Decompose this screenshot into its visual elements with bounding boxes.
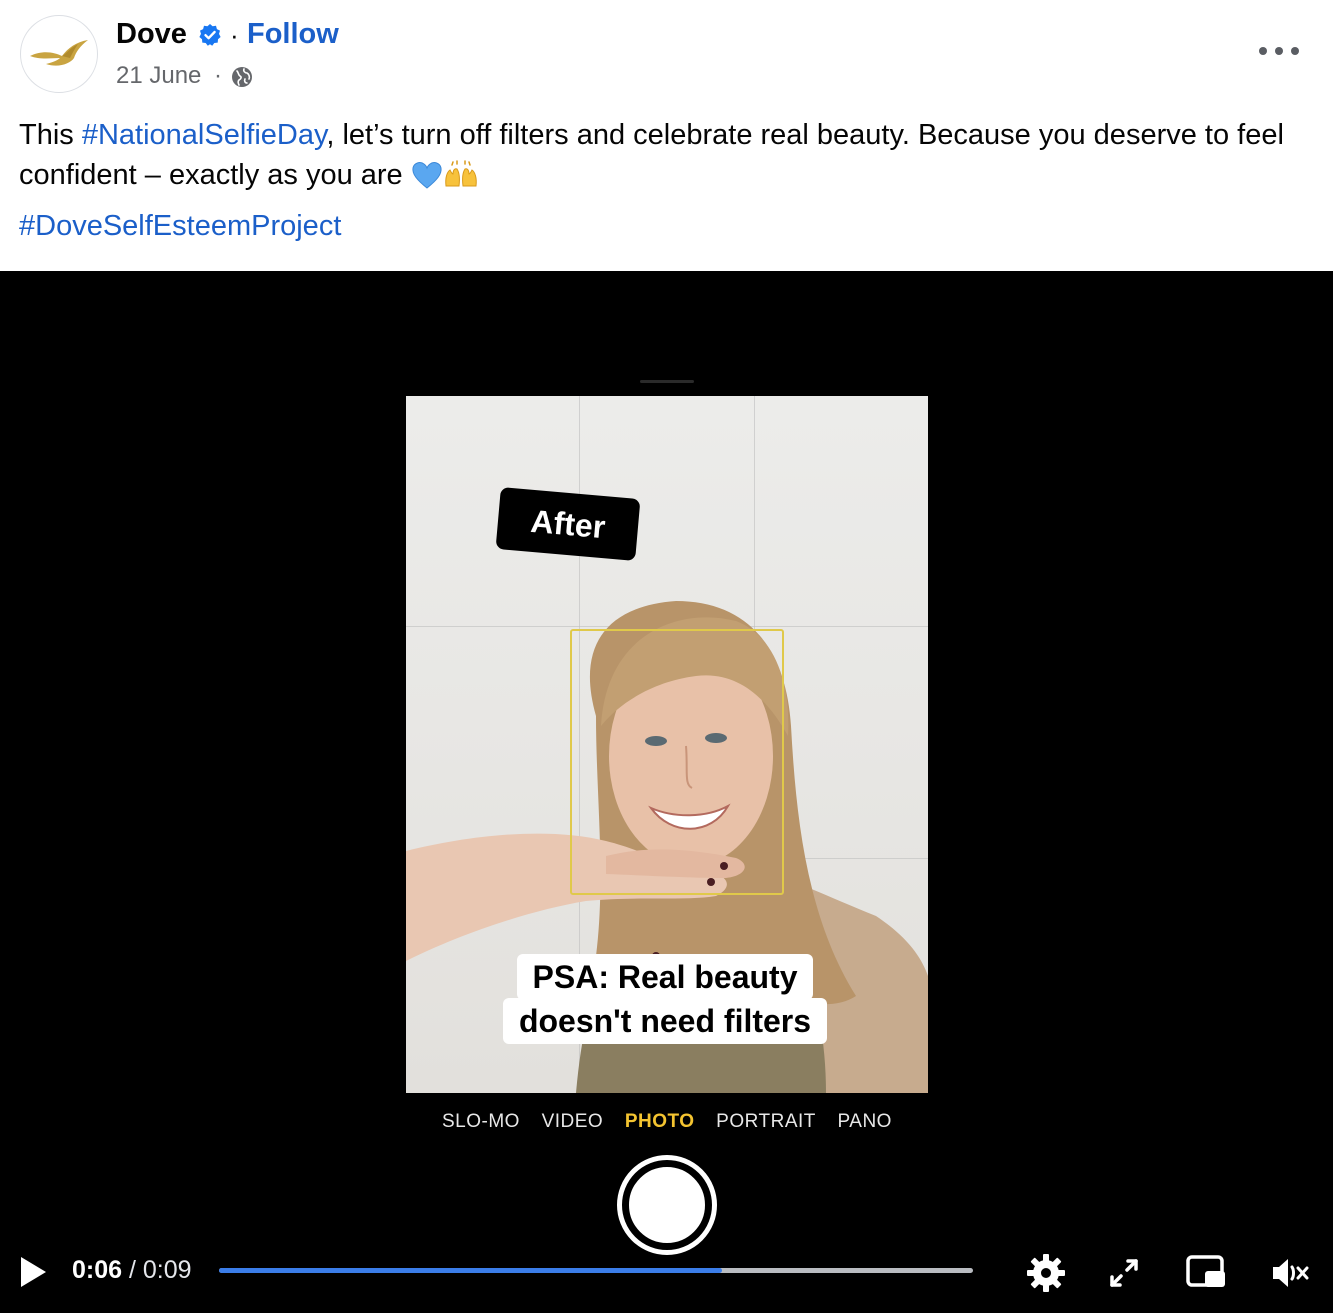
progress-fill bbox=[219, 1268, 722, 1273]
camera-viewfinder: After PSA: Real beauty doesn't need filt… bbox=[406, 396, 928, 1093]
mode-photo: PHOTO bbox=[624, 1111, 695, 1132]
mode-pano: PANO bbox=[837, 1111, 892, 1132]
psa-line-2: doesn't need filters bbox=[502, 998, 828, 1044]
mode-video: VIDEO bbox=[541, 1111, 604, 1132]
video-time: 0:06 / 0:09 bbox=[72, 1256, 192, 1285]
caption-text-start: This bbox=[19, 119, 82, 151]
picture-in-picture-icon[interactable] bbox=[1185, 1251, 1229, 1295]
follow-button[interactable]: Follow bbox=[247, 18, 339, 51]
post-caption: This #NationalSelfieDay, let’s turn off … bbox=[19, 115, 1319, 201]
more-dot bbox=[1291, 47, 1299, 55]
psa-line-1: PSA: Real beauty bbox=[516, 954, 814, 1000]
more-dot bbox=[1275, 47, 1283, 55]
video-controls: 0:06 / 0:09 bbox=[0, 1233, 1333, 1313]
date-separator: · bbox=[214, 62, 222, 89]
after-label: After bbox=[495, 487, 641, 561]
settings-gear-icon[interactable] bbox=[1024, 1251, 1068, 1295]
progress-bar[interactable] bbox=[219, 1268, 973, 1273]
globe-icon bbox=[232, 67, 252, 87]
dove-logo-icon bbox=[30, 40, 88, 66]
hashtag-national-selfie-day[interactable]: #NationalSelfieDay bbox=[82, 119, 327, 151]
more-dot bbox=[1259, 47, 1267, 55]
page-name[interactable]: Dove bbox=[116, 18, 187, 51]
video-player[interactable]: After PSA: Real beauty doesn't need filt… bbox=[0, 271, 1333, 1313]
fullscreen-icon[interactable] bbox=[1102, 1251, 1146, 1295]
blue-heart-emoji bbox=[411, 160, 443, 201]
dove-avatar[interactable] bbox=[20, 15, 98, 93]
play-icon[interactable] bbox=[18, 1255, 48, 1289]
current-time: 0:06 bbox=[72, 1256, 123, 1284]
phone-notch bbox=[640, 380, 694, 383]
volume-muted-icon[interactable] bbox=[1268, 1251, 1312, 1295]
mode-portrait: PORTRAIT bbox=[716, 1111, 816, 1132]
hashtag-dove-self-esteem-project[interactable]: #DoveSelfEsteemProject bbox=[19, 210, 341, 243]
more-options-icon[interactable] bbox=[1259, 36, 1299, 66]
psa-caption: PSA: Real beauty doesn't need filters bbox=[498, 954, 832, 1044]
total-time: 0:09 bbox=[142, 1256, 192, 1284]
raising-hands-emoji bbox=[443, 160, 479, 201]
camera-mode-selector: SLO-MO VIDEO PHOTO PORTRAIT PANO bbox=[412, 1111, 922, 1135]
face-detection-box bbox=[570, 629, 784, 895]
post-header: Dove · Follow 21 June · bbox=[0, 0, 1333, 110]
verified-badge-icon bbox=[199, 24, 221, 46]
mode-slo-mo: SLO-MO bbox=[442, 1111, 520, 1132]
time-separator: / bbox=[122, 1256, 143, 1284]
header-separator: · bbox=[230, 20, 239, 50]
post-date[interactable]: 21 June bbox=[116, 62, 201, 90]
